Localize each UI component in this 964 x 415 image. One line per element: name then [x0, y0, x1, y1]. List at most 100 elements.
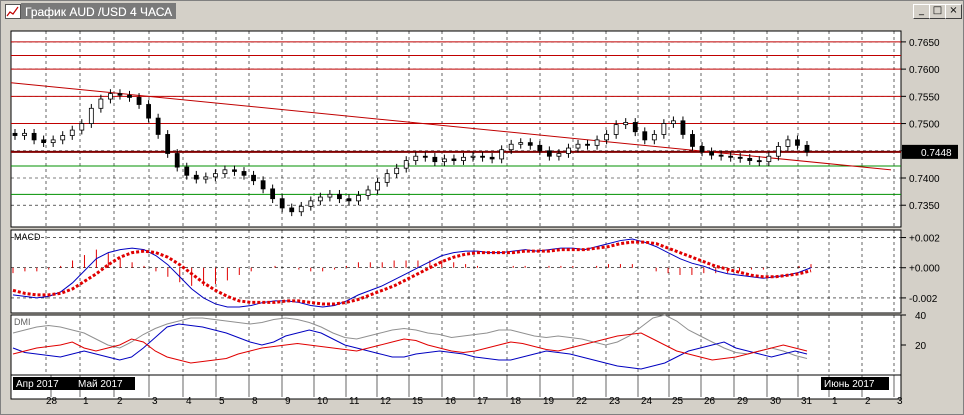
candle-body — [22, 132, 27, 136]
candle-body — [613, 124, 619, 135]
candle-body — [632, 122, 638, 133]
candle-body — [60, 135, 66, 141]
candle-body — [365, 189, 371, 196]
time-tick-label: 15 — [412, 396, 424, 407]
candle-body — [79, 123, 85, 131]
time-tick-label: 29 — [737, 396, 749, 407]
time-tick-label: 11 — [349, 396, 360, 407]
candle-body — [165, 134, 171, 154]
candle-body — [127, 94, 132, 98]
time-tick-label: 2 — [117, 396, 123, 407]
candle-body — [260, 180, 266, 190]
candle-body — [212, 173, 218, 178]
time-tick-label: 30 — [770, 396, 782, 407]
macd-tick-label: +0.002 — [909, 234, 940, 245]
candle-body — [718, 154, 724, 157]
candle-body — [470, 155, 476, 158]
time-tick-label: 8 — [252, 396, 258, 407]
candle-body — [346, 198, 352, 202]
candle-body — [270, 188, 276, 200]
time-tick-label: 19 — [543, 396, 555, 407]
time-tick-label: 12 — [380, 396, 392, 407]
time-tick-label: 9 — [285, 396, 291, 407]
candle-body — [651, 134, 657, 141]
chart-area[interactable]: 0.76500.76000.75500.75000.74500.74000.73… — [1, 1, 963, 414]
candle-body — [337, 193, 342, 200]
price-tick-label: 0.7600 — [909, 65, 940, 76]
price-tick-label: 0.7350 — [909, 201, 940, 212]
candle-body — [623, 122, 629, 126]
time-tick-label: 1 — [83, 396, 89, 407]
candle-body — [88, 107, 94, 124]
candle-body — [193, 174, 199, 180]
candle-body — [41, 139, 47, 144]
candle-body — [489, 156, 495, 160]
candle-body — [785, 139, 791, 147]
candle-body — [413, 155, 419, 161]
candle-body — [31, 132, 37, 141]
price-panel — [10, 30, 902, 228]
time-tick-label: 18 — [510, 396, 522, 407]
month-label-apr: Апр 2017 — [16, 379, 59, 390]
candle-body — [804, 144, 810, 153]
time-tick-label: 26 — [704, 396, 716, 407]
candle-body — [69, 129, 75, 136]
time-tick-label: 4 — [186, 396, 192, 407]
candle-body — [136, 97, 142, 105]
macd-tick-label: -0.002 — [909, 294, 938, 305]
candle-body — [585, 143, 590, 146]
candle-body — [671, 120, 676, 124]
candle-body — [356, 195, 361, 202]
candle-body — [709, 151, 714, 156]
candle-body — [661, 123, 667, 135]
candle-body — [508, 143, 514, 151]
candle-body — [747, 157, 753, 161]
candle-body — [699, 146, 705, 153]
candle-body — [604, 134, 610, 141]
candle-body — [480, 155, 485, 158]
candle-body — [737, 156, 743, 159]
dmi-tick-label: 40 — [915, 311, 927, 322]
candle-body — [289, 207, 295, 213]
time-tick-label: 1 — [832, 396, 838, 407]
candle-body — [537, 144, 543, 152]
candle-body — [518, 142, 524, 145]
candle-body — [184, 166, 190, 176]
candle-body — [155, 117, 161, 135]
chart-window: График AUD /USD 4 ЧАСА _ □ × 0.7650 0.760… — [0, 0, 964, 415]
dmi-panel — [10, 314, 902, 376]
candle-body — [50, 139, 56, 144]
candle-body — [766, 155, 772, 163]
candle-body — [756, 160, 762, 163]
candle-body — [546, 150, 552, 157]
time-tick-label: 31 — [801, 396, 813, 407]
time-tick-label: 3 — [152, 396, 158, 407]
candle-body — [146, 104, 151, 119]
month-label-jun: Июнь 2017 — [824, 379, 875, 390]
candle-body — [461, 156, 466, 161]
candle-body — [432, 156, 438, 163]
candle-body — [422, 155, 428, 158]
macd-label: MACD — [14, 232, 41, 242]
time-tick-label: 22 — [576, 396, 588, 407]
candle-body — [690, 134, 695, 147]
candle-body — [108, 93, 113, 100]
dmi-tick-label: 20 — [915, 341, 927, 352]
macd-panel — [10, 229, 902, 314]
current-price-label: 0.7448 — [921, 148, 952, 159]
time-tick-label: 3 — [897, 396, 903, 407]
price-tick-label: 0.7650 — [909, 38, 940, 49]
candle-body — [566, 147, 571, 154]
candle-body — [203, 176, 209, 180]
candle-body — [98, 98, 104, 109]
dmi-label: DMI — [14, 317, 31, 327]
candle-body — [394, 167, 400, 175]
candle-body — [117, 93, 123, 96]
time-tick-label: 23 — [609, 396, 621, 407]
candle-body — [384, 173, 390, 183]
candle-body — [241, 171, 247, 176]
candle-body — [795, 139, 800, 146]
price-tick-label: 0.7550 — [909, 92, 940, 103]
candle-body — [556, 153, 562, 157]
candle-body — [327, 193, 333, 198]
